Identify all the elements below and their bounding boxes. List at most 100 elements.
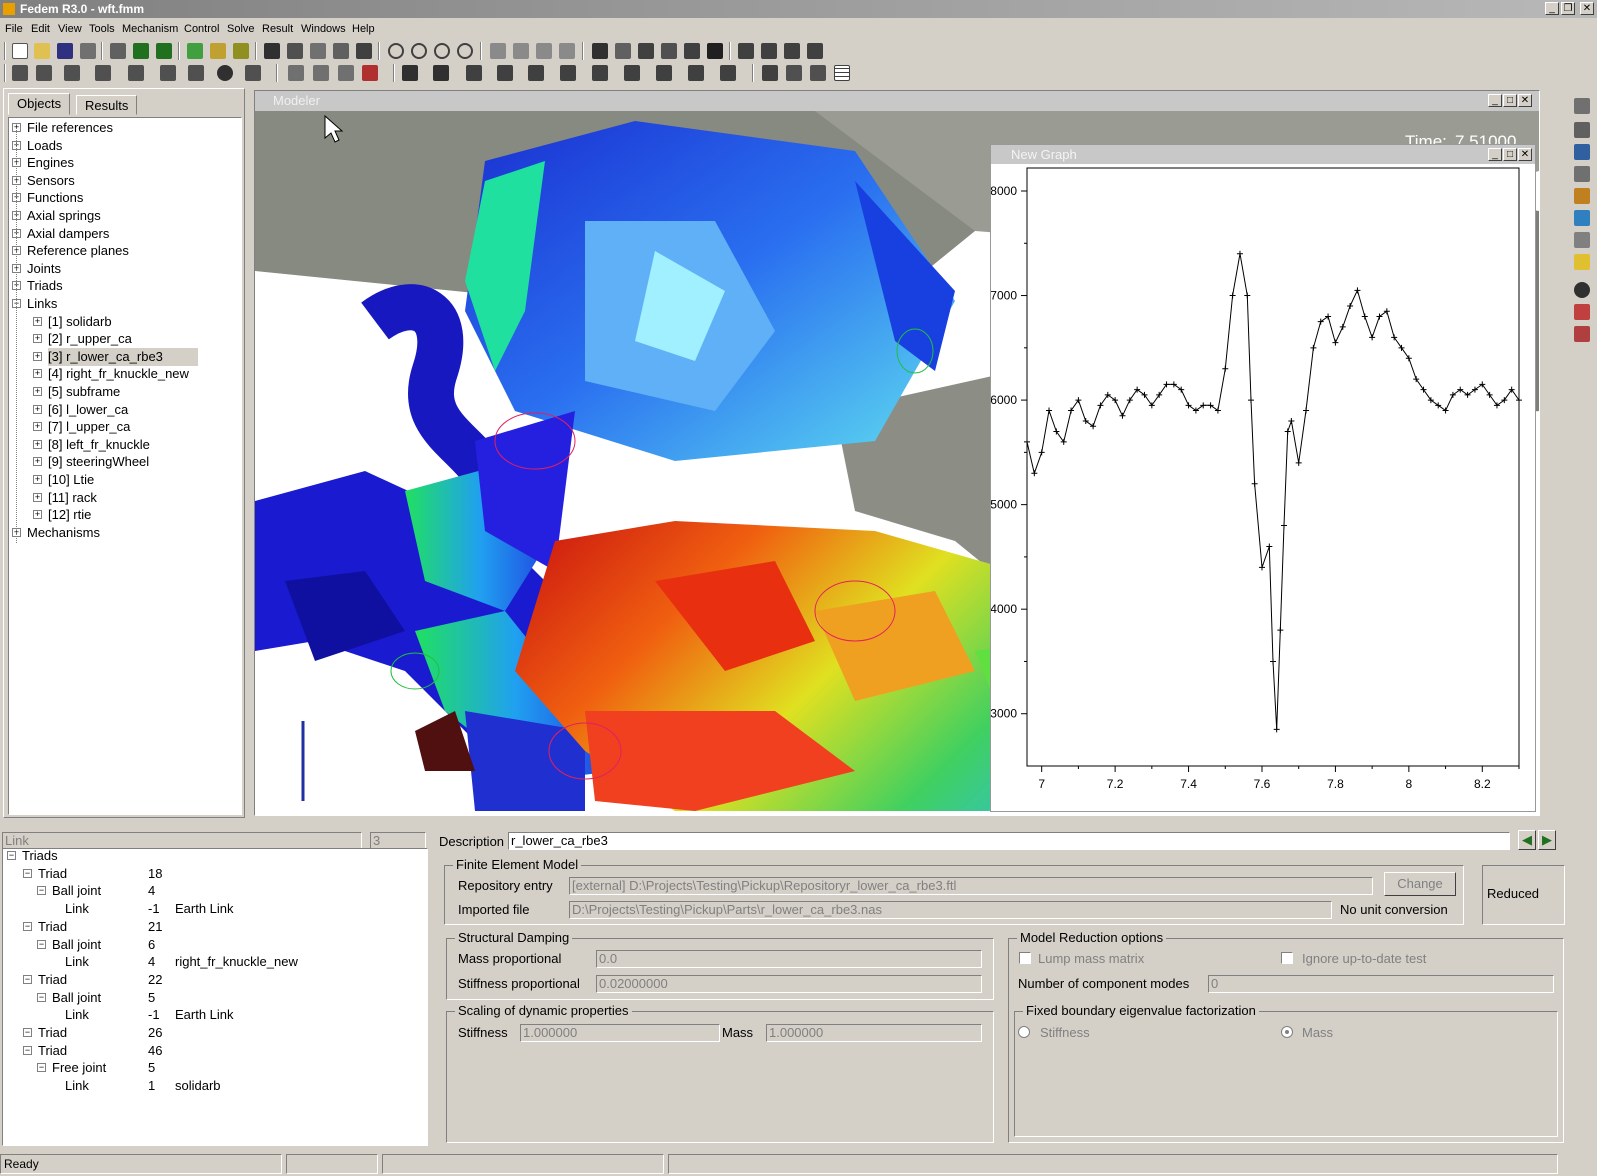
tree-item[interactable]: Links bbox=[27, 295, 57, 313]
modeler-minimize-button[interactable]: _ bbox=[1488, 94, 1502, 107]
zoom-out-icon[interactable] bbox=[457, 43, 473, 59]
result-2-icon[interactable] bbox=[528, 65, 544, 81]
tab-objects[interactable]: Objects bbox=[8, 93, 71, 115]
solid-view-icon[interactable] bbox=[592, 43, 608, 59]
tree-expand-icon[interactable]: + bbox=[33, 422, 42, 432]
result-icon[interactable] bbox=[497, 65, 513, 81]
hidden-line-icon[interactable] bbox=[661, 43, 677, 59]
grid-icon[interactable] bbox=[834, 65, 850, 81]
arrow-right-6-icon[interactable] bbox=[1574, 232, 1590, 248]
triad-tree-label[interactable]: Triad bbox=[38, 865, 67, 882]
description-input[interactable]: r_lower_ca_rbe3 bbox=[508, 832, 1510, 850]
tree-item[interactable]: [10] Ltie bbox=[48, 471, 94, 489]
triad-tree-label[interactable]: Link bbox=[65, 1006, 89, 1023]
triad-tree-label[interactable]: Link bbox=[65, 1077, 89, 1094]
graph-maximize-button[interactable]: □ bbox=[1503, 148, 1517, 161]
window-5-icon[interactable] bbox=[356, 43, 372, 59]
tree-expand-icon[interactable]: − bbox=[23, 1028, 32, 1037]
menu-file[interactable]: File bbox=[5, 21, 23, 37]
window-2-icon[interactable] bbox=[287, 43, 303, 59]
link-icon[interactable] bbox=[12, 65, 28, 81]
tree-expand-icon[interactable]: + bbox=[33, 404, 42, 414]
ignore-uptodate-checkbox[interactable] bbox=[1281, 952, 1293, 964]
stiffness-radio[interactable] bbox=[1018, 1026, 1030, 1038]
tree-expand-icon[interactable]: + bbox=[33, 510, 42, 520]
tree-expand-icon[interactable]: + bbox=[33, 316, 42, 326]
tree-item[interactable]: Loads bbox=[27, 137, 62, 155]
tree-item[interactable]: [4] right_fr_knuckle_new bbox=[48, 365, 189, 383]
menu-help[interactable]: Help bbox=[352, 21, 375, 37]
pan-icon[interactable] bbox=[513, 43, 529, 59]
lump-mass-checkbox[interactable] bbox=[1019, 952, 1031, 964]
tree-item[interactable]: [6] l_lower_ca bbox=[48, 401, 128, 419]
export-2-icon[interactable] bbox=[1574, 326, 1590, 342]
result-3-icon[interactable] bbox=[560, 65, 576, 81]
back-arrow-icon[interactable] bbox=[133, 43, 149, 59]
shaded-icon[interactable] bbox=[638, 43, 654, 59]
tree-expand-icon[interactable]: + bbox=[33, 457, 42, 467]
triad-tree-label[interactable]: Free joint bbox=[52, 1059, 106, 1076]
outline-icon[interactable] bbox=[684, 43, 700, 59]
menu-windows[interactable]: Windows bbox=[301, 21, 346, 37]
tree-item[interactable]: [7] l_upper_ca bbox=[48, 418, 130, 436]
arrow-right-2-icon[interactable] bbox=[1574, 122, 1590, 138]
forward-arrow-icon[interactable] bbox=[156, 43, 172, 59]
modeler-maximize-button[interactable]: □ bbox=[1503, 94, 1517, 107]
stop-icon[interactable] bbox=[402, 65, 418, 81]
tree-expand-icon[interactable]: − bbox=[23, 868, 32, 878]
tree-item[interactable]: [1] solidarb bbox=[48, 313, 112, 331]
arrow-right-5-icon[interactable] bbox=[1574, 210, 1590, 226]
view-rotate-icon[interactable] bbox=[559, 43, 575, 59]
tree-item[interactable]: Reference planes bbox=[27, 242, 129, 260]
tree-expand-icon[interactable]: − bbox=[23, 1045, 32, 1055]
triad-tree-label[interactable]: Triad bbox=[38, 1024, 67, 1041]
damper-icon[interactable] bbox=[128, 65, 144, 81]
tree-expand-icon[interactable]: + bbox=[33, 334, 42, 344]
tree-item[interactable]: [8] left_fr_knuckle bbox=[48, 436, 150, 454]
arrow-right-3-icon[interactable] bbox=[1574, 166, 1590, 182]
tree-item[interactable]: Joints bbox=[27, 260, 61, 278]
tree-expand-icon[interactable]: + bbox=[33, 387, 42, 396]
menu-solve[interactable]: Solve bbox=[227, 21, 255, 37]
tree-item[interactable]: [2] r_upper_ca bbox=[48, 330, 132, 348]
arrow-right-7-icon[interactable] bbox=[1574, 254, 1590, 270]
tree-item[interactable]: [11] rack bbox=[48, 489, 97, 507]
next-link-button[interactable]: ▶ bbox=[1538, 830, 1556, 850]
tree-expand-icon[interactable]: − bbox=[37, 886, 46, 896]
triad-tree-label[interactable]: Triad bbox=[38, 1042, 67, 1059]
view-top-icon[interactable] bbox=[761, 43, 777, 59]
play-icon[interactable] bbox=[433, 65, 449, 81]
color-icon[interactable] bbox=[1574, 144, 1590, 160]
erase-icon[interactable] bbox=[362, 65, 378, 81]
spring-icon[interactable] bbox=[95, 65, 111, 81]
menu-mechanism[interactable]: Mechanism bbox=[122, 21, 178, 37]
table-icon[interactable] bbox=[810, 65, 826, 81]
triad-icon[interactable] bbox=[36, 65, 52, 81]
triad-tree-label[interactable]: Triad bbox=[38, 918, 67, 935]
export-icon[interactable] bbox=[1574, 304, 1590, 320]
restore-button[interactable]: ❐ bbox=[1561, 2, 1575, 15]
tree-item[interactable]: Triads bbox=[27, 277, 63, 295]
tree-item[interactable]: Axial springs bbox=[27, 207, 101, 225]
animation-icon[interactable] bbox=[233, 43, 249, 59]
previous-link-button[interactable]: ◀ bbox=[1518, 830, 1536, 850]
triad-tree-label[interactable]: Link bbox=[65, 900, 89, 917]
tree-item[interactable]: Engines bbox=[27, 154, 74, 172]
scaling-mass-input[interactable]: 1.000000 bbox=[766, 1024, 982, 1042]
modeler-close-button[interactable]: ✕ bbox=[1518, 94, 1532, 107]
rotate-icon[interactable] bbox=[490, 43, 506, 59]
window-4-icon[interactable] bbox=[333, 43, 349, 59]
tree-expand-icon[interactable]: − bbox=[37, 1063, 46, 1073]
result-5-icon[interactable] bbox=[624, 65, 640, 81]
tree-item[interactable]: [5] subframe bbox=[48, 383, 120, 401]
attach-icon[interactable] bbox=[288, 65, 304, 81]
tree-expand-icon[interactable]: − bbox=[23, 974, 32, 984]
tree-item[interactable]: Functions bbox=[27, 189, 83, 207]
tree-expand-icon[interactable]: + bbox=[33, 475, 42, 484]
triad-tree-label[interactable]: Ball joint bbox=[52, 989, 101, 1006]
pencil-icon[interactable] bbox=[110, 43, 126, 59]
tree-expand-icon[interactable]: + bbox=[33, 351, 42, 361]
triad-tree-label[interactable]: Ball joint bbox=[52, 936, 101, 953]
component-modes-input[interactable]: 0 bbox=[1208, 975, 1554, 993]
triad-tree-label[interactable]: Ball joint bbox=[52, 882, 101, 899]
